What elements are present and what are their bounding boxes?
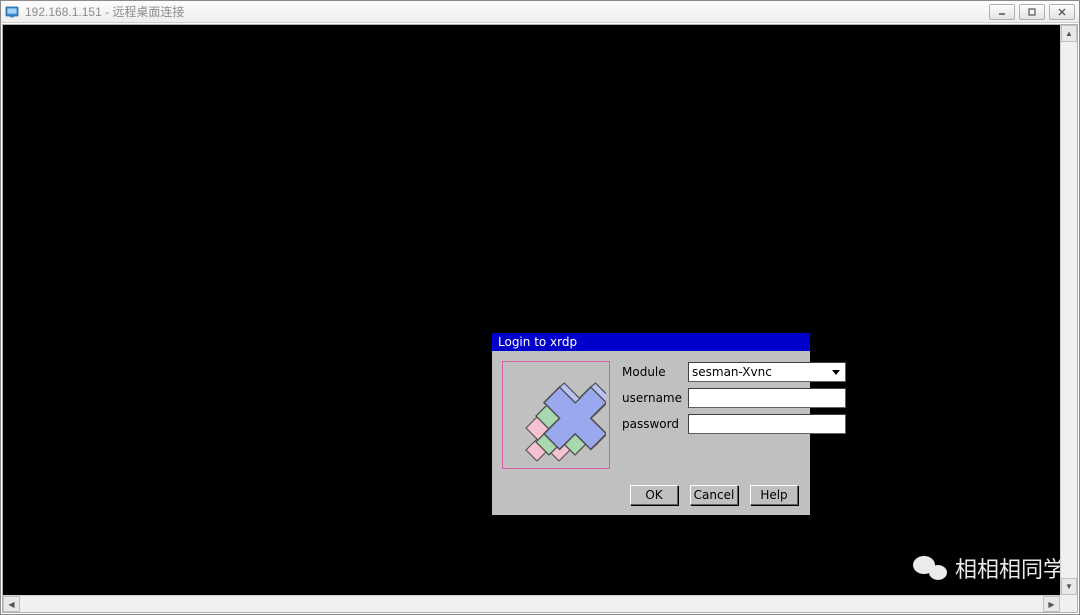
close-button[interactable]	[1049, 4, 1075, 20]
username-input[interactable]	[688, 388, 846, 408]
rdp-outer-window: 192.168.1.151 - 远程桌面连接 Login to xrdp	[0, 0, 1080, 615]
cancel-button[interactable]: Cancel	[690, 485, 738, 505]
rdp-app-icon	[5, 5, 19, 19]
maximize-button[interactable]	[1019, 4, 1045, 20]
minimize-button[interactable]	[989, 4, 1015, 20]
vertical-scrollbar[interactable]: ▲ ▼	[1060, 25, 1077, 595]
xrdp-logo-icon	[502, 361, 610, 469]
remote-desktop-viewport[interactable]: Login to xrdp	[2, 24, 1078, 613]
password-label: password	[622, 417, 682, 431]
scroll-corner	[1060, 595, 1077, 612]
module-select[interactable]: sesman-Xvnc	[688, 362, 846, 382]
xrdp-dialog-title[interactable]: Login to xrdp	[492, 333, 810, 351]
window-titlebar[interactable]: 192.168.1.151 - 远程桌面连接	[1, 1, 1079, 23]
horizontal-scrollbar[interactable]: ◀ ▶	[3, 595, 1060, 612]
scroll-right-arrow[interactable]: ▶	[1043, 596, 1060, 612]
wechat-icon	[913, 554, 947, 582]
xrdp-button-bar: OK Cancel Help	[492, 479, 810, 515]
xrdp-dialog-body: Module sesman-Xvnc username password	[492, 351, 810, 479]
watermark-text: 相相相同学	[955, 552, 1065, 584]
xrdp-login-dialog: Login to xrdp	[491, 332, 811, 516]
watermark: 相相相同学	[913, 552, 1065, 584]
scroll-up-arrow[interactable]: ▲	[1061, 25, 1077, 42]
window-controls	[989, 4, 1075, 20]
password-row: password	[622, 413, 846, 435]
scroll-down-arrow[interactable]: ▼	[1061, 578, 1077, 595]
username-label: username	[622, 391, 682, 405]
xrdp-login-form: Module sesman-Xvnc username password	[622, 361, 846, 469]
help-button[interactable]: Help	[750, 485, 798, 505]
username-row: username	[622, 387, 846, 409]
module-row: Module sesman-Xvnc	[622, 361, 846, 383]
scroll-left-arrow[interactable]: ◀	[3, 596, 20, 612]
password-input[interactable]	[688, 414, 846, 434]
module-label: Module	[622, 365, 682, 379]
window-title: 192.168.1.151 - 远程桌面连接	[25, 3, 983, 20]
ok-button[interactable]: OK	[630, 485, 678, 505]
